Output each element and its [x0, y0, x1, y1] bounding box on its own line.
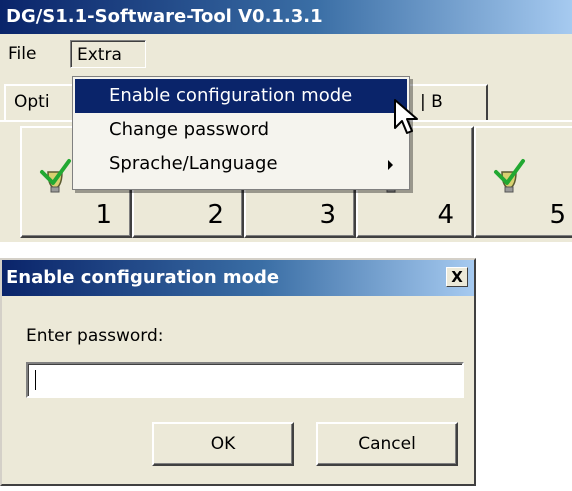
submenu-arrow-icon: [388, 160, 393, 170]
password-prompt-label: Enter password:: [26, 326, 164, 346]
menu-file[interactable]: File: [2, 40, 58, 68]
menu-item-enable-configuration-mode[interactable]: Enable configuration mode: [75, 79, 407, 113]
menu-item-language[interactable]: Sprache/Language: [75, 147, 407, 181]
close-icon[interactable]: X: [446, 267, 468, 287]
cancel-button[interactable]: Cancel: [316, 422, 458, 466]
channel-number: 4: [437, 200, 454, 230]
menu-extra[interactable]: Extra: [70, 40, 146, 68]
channel-number: 2: [207, 200, 224, 230]
ok-button[interactable]: OK: [152, 422, 294, 466]
main-window: DG/S1.1-Software-Tool V0.1.3.1 File Extr…: [0, 0, 572, 242]
channel-number: 3: [319, 200, 336, 230]
mouse-pointer-icon: [394, 99, 418, 134]
text-caret: [35, 370, 36, 390]
channel-number: 5: [549, 200, 566, 230]
menu-bar: File Extra: [0, 34, 572, 74]
extra-dropdown-menu: Enable configuration mode Change passwor…: [72, 76, 410, 190]
checkmark-bulb-icon: [40, 159, 71, 193]
channel-number: 1: [95, 200, 112, 230]
password-input[interactable]: [26, 362, 464, 398]
checkmark-bulb-icon: [494, 159, 525, 193]
dialog-title: Enable configuration mode: [2, 260, 474, 296]
menu-item-change-password[interactable]: Change password: [75, 113, 407, 147]
channel-button-5[interactable]: 5: [474, 126, 572, 238]
window-title: DG/S1.1-Software-Tool V0.1.3.1: [0, 0, 572, 34]
enable-configuration-dialog: Enable configuration mode X Enter passwo…: [0, 258, 476, 486]
menu-item-language-label: Sprache/Language: [109, 153, 278, 174]
